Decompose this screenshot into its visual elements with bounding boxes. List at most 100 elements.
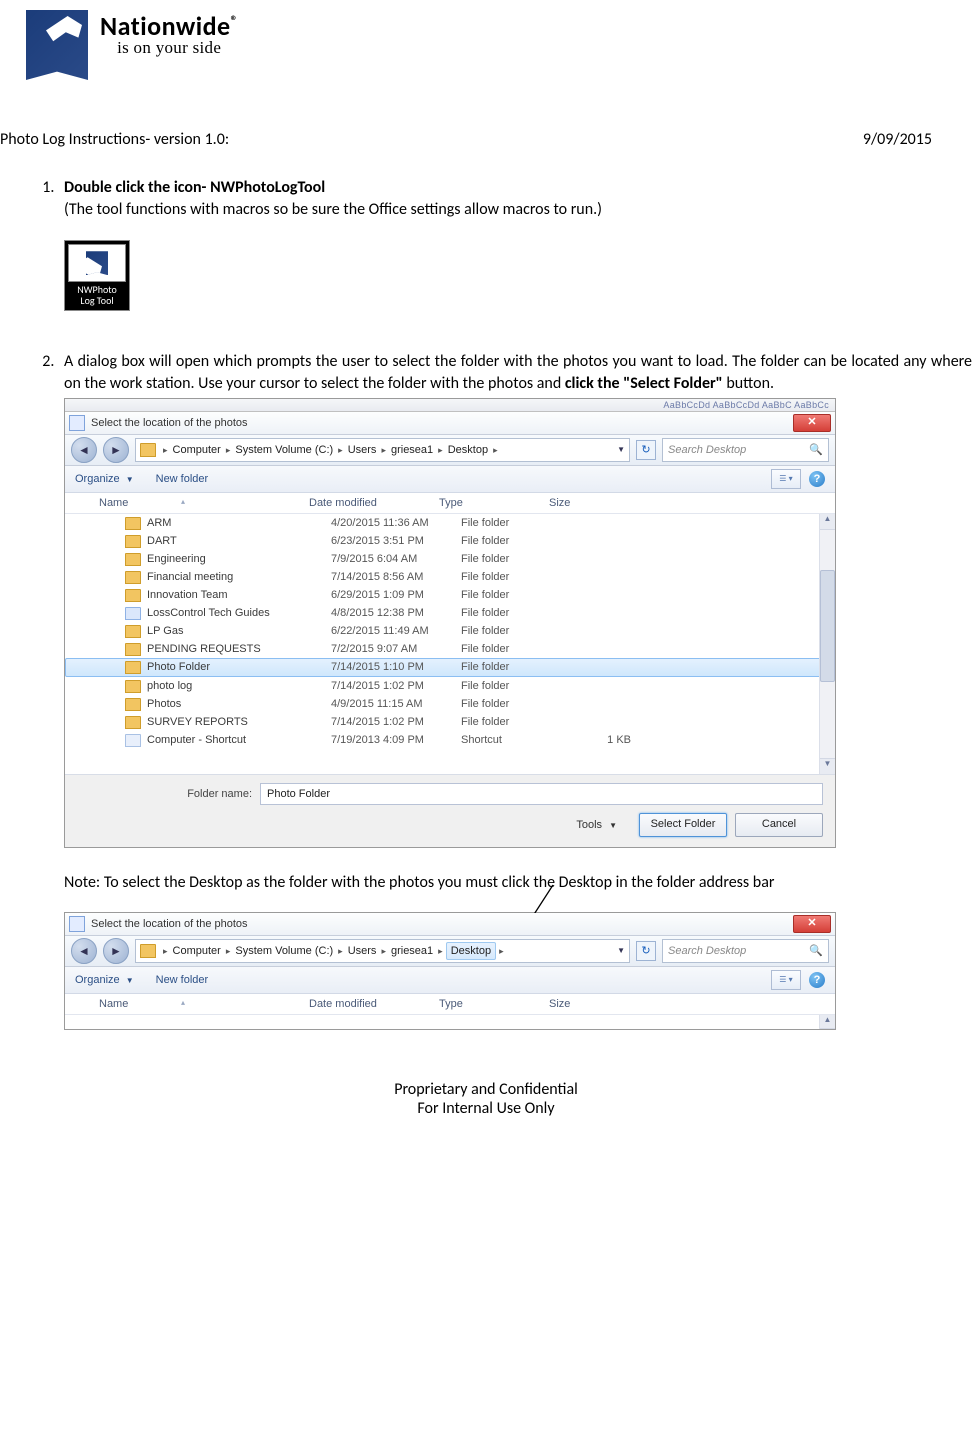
file-row[interactable]: LP Gas6/22/2015 11:49 AMFile folder bbox=[65, 622, 835, 640]
file-date: 7/14/2015 1:10 PM bbox=[331, 660, 461, 675]
file-name: Innovation Team bbox=[147, 588, 331, 603]
nav-forward-button[interactable]: ► bbox=[103, 938, 129, 964]
folder-name-label: Folder name: bbox=[77, 787, 260, 802]
eagle-icon bbox=[86, 251, 108, 275]
step2-text-b: button. bbox=[723, 374, 774, 393]
file-type: File folder bbox=[461, 715, 571, 730]
file-date: 7/2/2015 9:07 AM bbox=[331, 642, 461, 657]
view-options-button[interactable]: ☰ ▾ bbox=[771, 469, 801, 489]
file-row[interactable]: SURVEY REPORTS7/14/2015 1:02 PMFile fold… bbox=[65, 713, 835, 731]
doc-date: 9/09/2015 bbox=[863, 130, 932, 149]
select-folder-button[interactable]: Select Folder bbox=[639, 813, 727, 837]
help-button[interactable]: ? bbox=[809, 972, 825, 988]
help-button[interactable]: ? bbox=[809, 471, 825, 487]
folder-icon bbox=[125, 571, 141, 584]
brand-logo-block: Nationwide® is on your side bbox=[0, 10, 972, 80]
folder-icon bbox=[140, 944, 156, 958]
refresh-button[interactable]: ↻ bbox=[636, 440, 656, 460]
file-name: ARM bbox=[147, 516, 331, 531]
dialog-title: Select the location of the photos bbox=[91, 917, 793, 932]
file-date: 7/19/2013 4:09 PM bbox=[331, 733, 461, 748]
footer: Proprietary and Confidential For Interna… bbox=[0, 1080, 972, 1138]
file-list[interactable]: ARM4/20/2015 11:36 AMFile folderDART6/23… bbox=[65, 514, 835, 774]
file-row[interactable]: ARM4/20/2015 11:36 AMFile folder bbox=[65, 514, 835, 532]
file-date: 7/9/2015 6:04 AM bbox=[331, 552, 461, 567]
file-type: File folder bbox=[461, 606, 571, 621]
file-type: File folder bbox=[461, 552, 571, 567]
file-date: 6/29/2015 1:09 PM bbox=[331, 588, 461, 603]
step1-note: (The tool functions with macros so be su… bbox=[64, 200, 602, 219]
nav-forward-button[interactable]: ► bbox=[103, 437, 129, 463]
nwphoto-desktop-icon: NWPhoto Log Tool bbox=[64, 240, 130, 311]
file-name: Engineering bbox=[147, 552, 331, 567]
file-type: File folder bbox=[461, 534, 571, 549]
column-headers[interactable]: Name ▴ Date modified Type Size bbox=[65, 994, 835, 1015]
new-folder-button[interactable]: New folder bbox=[156, 973, 209, 988]
file-date: 6/23/2015 3:51 PM bbox=[331, 534, 461, 549]
new-folder-button[interactable]: New folder bbox=[156, 472, 209, 487]
scroll-down-icon[interactable]: ▼ bbox=[820, 758, 835, 774]
file-row[interactable]: Engineering7/9/2015 6:04 AMFile folder bbox=[65, 550, 835, 568]
close-button[interactable]: ✕ bbox=[793, 915, 831, 933]
folder-icon bbox=[125, 517, 141, 530]
file-type: File folder bbox=[461, 624, 571, 639]
file-type: File folder bbox=[461, 697, 571, 712]
folder-icon bbox=[125, 535, 141, 548]
file-date: 7/14/2015 1:02 PM bbox=[331, 679, 461, 694]
scroll-up-icon[interactable]: ▲ bbox=[820, 1015, 835, 1029]
close-button[interactable]: ✕ bbox=[793, 414, 831, 432]
search-input[interactable]: Search Desktop 🔍 bbox=[662, 939, 829, 963]
cancel-button[interactable]: Cancel bbox=[735, 813, 823, 837]
file-row[interactable]: LossControl Tech Guides4/8/2015 12:38 PM… bbox=[65, 604, 835, 622]
scroll-up-icon[interactable]: ▲ bbox=[820, 514, 835, 530]
file-type: Shortcut bbox=[461, 733, 571, 748]
file-date: 4/9/2015 11:15 AM bbox=[331, 697, 461, 712]
folder-icon bbox=[125, 734, 141, 747]
doc-title: Photo Log Instructions- version 1.0: bbox=[0, 130, 229, 149]
file-row[interactable]: Innovation Team6/29/2015 1:09 PMFile fol… bbox=[65, 586, 835, 604]
organize-menu[interactable]: Organize ▼ bbox=[75, 973, 134, 988]
breadcrumb-desktop-highlighted[interactable]: Desktop bbox=[446, 942, 496, 961]
scrollbar[interactable]: ▲ ▼ bbox=[819, 514, 835, 774]
breadcrumb[interactable]: ▸ Computer▸ System Volume (C:)▸ Users▸ g… bbox=[135, 438, 630, 462]
step1-heading: Double click the icon- NWPhotoLogTool bbox=[64, 178, 325, 197]
folder-icon bbox=[125, 716, 141, 729]
nav-back-button[interactable]: ◄ bbox=[71, 437, 97, 463]
step2-note: Note: To select the Desktop as the folde… bbox=[64, 872, 972, 894]
dialog-icon bbox=[69, 916, 85, 932]
file-row[interactable]: Financial meeting7/14/2015 8:56 AMFile f… bbox=[65, 568, 835, 586]
dialog-title: Select the location of the photos bbox=[91, 416, 793, 431]
file-row[interactable]: photo log7/14/2015 1:02 PMFile folder bbox=[65, 677, 835, 695]
folder-name-input[interactable]: Photo Folder bbox=[260, 783, 823, 805]
file-type: File folder bbox=[461, 516, 571, 531]
folder-icon bbox=[125, 589, 141, 602]
folder-icon bbox=[125, 661, 141, 674]
file-row[interactable]: Photos4/9/2015 11:15 AMFile folder bbox=[65, 695, 835, 713]
column-headers[interactable]: Name ▴ Date modified Type Size bbox=[65, 493, 835, 514]
folder-icon bbox=[125, 607, 141, 620]
folder-icon bbox=[125, 553, 141, 566]
refresh-button[interactable]: ↻ bbox=[636, 941, 656, 961]
file-name: LP Gas bbox=[147, 624, 331, 639]
step2-text-bold: click the "Select Folder" bbox=[565, 374, 723, 393]
word-styles-strip: AaBbCcDd AaBbCcDd AaBbC AaBbCc bbox=[65, 399, 835, 412]
file-name: DART bbox=[147, 534, 331, 549]
view-options-button[interactable]: ☰ ▾ bbox=[771, 970, 801, 990]
scrollbar[interactable]: ▲ bbox=[819, 1015, 835, 1029]
search-input[interactable]: Search Desktop 🔍 bbox=[662, 438, 829, 462]
folder-icon bbox=[125, 643, 141, 656]
file-date: 4/20/2015 11:36 AM bbox=[331, 516, 461, 531]
file-size: 1 KB bbox=[571, 733, 631, 748]
folder-icon bbox=[125, 680, 141, 693]
organize-menu[interactable]: Organize ▼ bbox=[75, 472, 134, 487]
step2-text-a: A dialog box will open which prompts the… bbox=[64, 352, 972, 393]
tools-menu[interactable]: Tools ▼ bbox=[576, 818, 617, 833]
breadcrumb[interactable]: ▸ Computer▸ System Volume (C:)▸ Users▸ g… bbox=[135, 939, 630, 963]
file-row[interactable]: DART6/23/2015 3:51 PMFile folder bbox=[65, 532, 835, 550]
file-row[interactable]: Computer - Shortcut7/19/2013 4:09 PMShor… bbox=[65, 731, 835, 749]
file-row[interactable]: Photo Folder7/14/2015 1:10 PMFile folder bbox=[65, 658, 835, 677]
file-date: 6/22/2015 11:49 AM bbox=[331, 624, 461, 639]
nav-back-button[interactable]: ◄ bbox=[71, 938, 97, 964]
file-row[interactable]: PENDING REQUESTS7/2/2015 9:07 AMFile fol… bbox=[65, 640, 835, 658]
step-1: Double click the icon- NWPhotoLogTool (T… bbox=[58, 177, 972, 311]
